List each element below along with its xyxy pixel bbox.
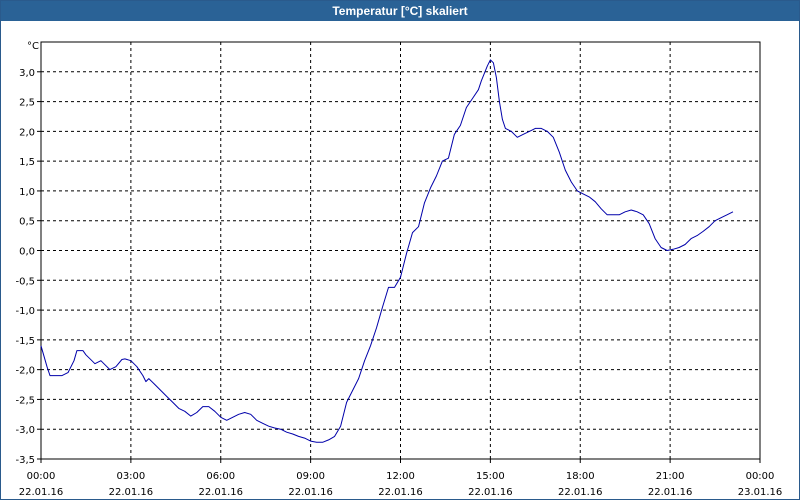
y-tick-label: -0,5 [15, 276, 35, 287]
y-tick-label: 2,5 [19, 98, 35, 109]
y-tick-label: 0,5 [19, 217, 35, 228]
y-tick-label: -1,0 [15, 306, 35, 317]
x-tick-date-label: 23.01.16 [738, 487, 783, 498]
x-tick-time-label: 03:00 [116, 471, 145, 482]
temperature-series-line [40, 59, 734, 443]
x-tick-date-label: 22.01.16 [19, 487, 64, 498]
y-tick-label: -1,5 [15, 336, 35, 347]
y-tick-label: -2,5 [15, 395, 35, 406]
x-tick-time-label: 00:00 [27, 471, 56, 482]
y-tick-label: 1,0 [19, 187, 35, 198]
x-tick-date-label: 22.01.16 [109, 487, 154, 498]
y-tick-label: -3,0 [15, 425, 35, 436]
x-tick-date-label: 22.01.16 [378, 487, 423, 498]
x-tick-time-label: 12:00 [386, 471, 415, 482]
x-tick-time-label: 06:00 [206, 471, 235, 482]
line-chart: 3,0 2,5 2,0 1,5 1,0 0,5 0,0 -0,5 -1,0 -1,5 -2,0 -2,… [15, 41, 783, 498]
x-tick-date-label: 22.01.16 [558, 487, 603, 498]
x-tick-date-label: 22.01.16 [648, 487, 693, 498]
y-tick-label: 0,0 [19, 247, 35, 258]
y-tick-label: -3,5 [15, 455, 35, 466]
x-tick-date-label: 22.01.16 [198, 487, 243, 498]
y-axis-label: °C [27, 41, 39, 52]
y-axis-ticks: 3,0 2,5 2,0 1,5 1,0 0,5 0,0 -0,5 -1,0 -1,5 -2,0 -2,… [15, 68, 41, 466]
y-tick-label: 3,0 [19, 68, 35, 79]
x-tick-date-label: 22.01.16 [288, 487, 333, 498]
x-axis-ticks: 00:00 22.01.16 03:00 22.01.16 06:00 22.01.16 0… [19, 459, 783, 498]
y-tick-label: -2,0 [15, 366, 35, 377]
x-tick-time-label: 09:00 [296, 471, 325, 482]
y-tick-label: 1,5 [19, 157, 35, 168]
y-tick-label: 2,0 [19, 127, 35, 138]
x-tick-time-label: 18:00 [566, 471, 595, 482]
chart-window: Temperatur [°C] skaliert 3,0 2,5 2,0 1,5 1,0… [0, 0, 800, 500]
series-layer [40, 59, 734, 443]
x-tick-time-label: 21:00 [656, 471, 685, 482]
x-tick-time-label: 00:00 [746, 471, 775, 482]
x-tick-date-label: 22.01.16 [468, 487, 513, 498]
x-tick-time-label: 15:00 [476, 471, 505, 482]
grid [41, 42, 760, 459]
